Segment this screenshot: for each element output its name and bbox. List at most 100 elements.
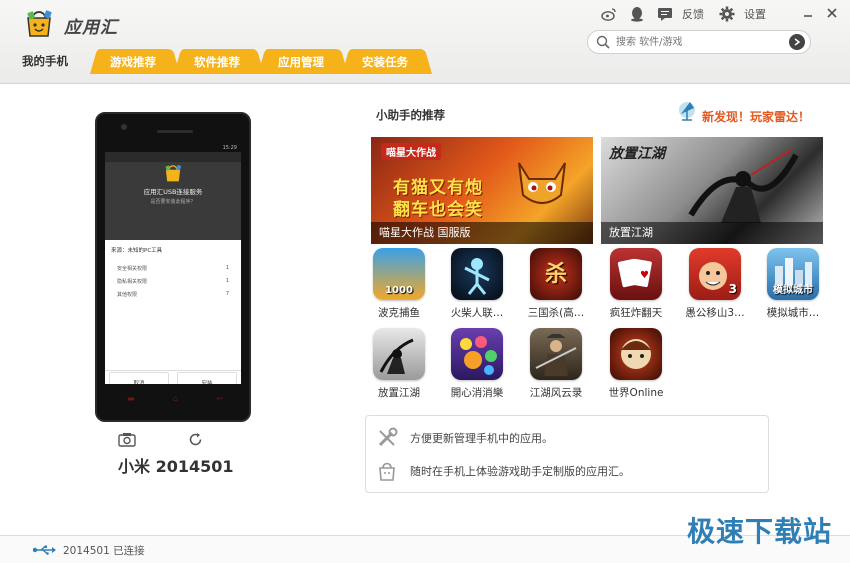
close-icon: [827, 8, 837, 18]
swordsman-icon: [373, 328, 425, 380]
back-key-icon: ↩: [216, 394, 223, 403]
app-name: 愚公移山3…: [685, 307, 745, 319]
sanguosha-icon: 杀: [530, 248, 582, 300]
banner-headline: 放置江湖: [609, 146, 665, 162]
banner-badge: 喵星大作战: [381, 143, 441, 160]
match-three-icon: [451, 328, 503, 380]
app-name: 模拟城市…: [766, 307, 820, 319]
app-tile-world-online[interactable]: 世界Online: [598, 328, 674, 400]
permission-row[interactable]: 其他权限 7: [111, 288, 235, 301]
phone-screen: 15:29 应用汇USB连接服务 是否要安装此程序？ 来源：未知的PC工具 安全…: [105, 144, 241, 384]
app-tile-simcity[interactable]: 模拟城市 模拟城市…: [755, 248, 831, 320]
title-bar: 应用汇 反馈 设置 我的手机 游戏推荐: [0, 0, 850, 84]
close-button[interactable]: [820, 2, 844, 24]
dialog-title: 应用汇USB连接服务: [143, 188, 203, 196]
warrior-icon: [530, 328, 582, 380]
phone-tools: [118, 432, 208, 448]
old-man-face-icon: 3: [689, 248, 741, 300]
search-input[interactable]: [616, 34, 776, 50]
feedback-icon[interactable]: [654, 4, 676, 24]
tips-box: 方便更新管理手机中的应用。 随时在手机上体验游戏助手定制版的应用汇。: [365, 415, 769, 493]
tab-app-manage[interactable]: 应用管理: [258, 48, 348, 74]
app-name: 開心消消樂: [450, 387, 504, 399]
stickman-icon: [451, 248, 503, 300]
minimize-icon: [804, 15, 812, 17]
install-dialog-header: 应用汇USB连接服务 是否要安装此程序？: [105, 162, 241, 240]
swordsman-figure-icon: [688, 149, 799, 223]
dialog-subtitle: 是否要安装此程序？: [150, 199, 196, 205]
search-icon: [596, 35, 610, 49]
fish-icon: 1000: [373, 248, 425, 300]
app-tile-boke-fishing[interactable]: 1000 波克捕鱼: [361, 248, 437, 320]
app-name: 火柴人联…: [450, 307, 504, 319]
dialog-source: 来源：未知的PC工具: [111, 248, 163, 254]
dialog-cancel-button[interactable]: 取消: [109, 372, 169, 384]
app-tile-sanguosha[interactable]: 杀 三国杀(高…: [518, 248, 594, 320]
camera-icon[interactable]: [118, 432, 136, 447]
arrow-right-icon: [794, 38, 801, 46]
playing-cards-icon: ♥: [610, 248, 662, 300]
permission-row[interactable]: 隐私相关权限 1: [111, 275, 235, 288]
phone-nav-keys: ▬ ⌂ ↩: [127, 394, 223, 403]
app-tile-crazy-bomb[interactable]: ♥ 疯狂炸翻天: [598, 248, 674, 320]
phone-status-time: 15:29: [105, 144, 241, 152]
minimize-button[interactable]: [796, 2, 820, 24]
app-logo-icon: [165, 164, 182, 182]
svg-text:♥: ♥: [640, 270, 649, 281]
app-tile-jianghu-fengyun[interactable]: 江湖风云录: [518, 328, 594, 400]
window-controls: [796, 2, 844, 24]
tip-text: 随时在手机上体验游戏助手定制版的应用汇。: [410, 465, 630, 478]
top-toolbar: 反馈 设置: [598, 4, 772, 24]
app-name: 世界Online: [608, 387, 664, 399]
tip-custom: 随时在手机上体验游戏助手定制版的应用汇。: [376, 459, 630, 483]
search-box: [587, 30, 811, 54]
menu-key-icon: ▬: [127, 394, 135, 403]
phone-camera: [121, 124, 127, 130]
gear-icon[interactable]: [716, 4, 738, 24]
home-key-icon: ⌂: [172, 394, 178, 403]
bag-icon: [379, 462, 395, 481]
tools-icon: [378, 427, 398, 447]
feedback-label[interactable]: 反馈: [682, 6, 704, 22]
watermark: 极速下载站: [686, 515, 832, 548]
tab-install-tasks[interactable]: 安装任务: [342, 48, 432, 74]
app-tile-happy-match[interactable]: 開心消消樂: [439, 328, 515, 400]
app-name: 波克捕鱼: [378, 307, 420, 319]
banner-cat-war[interactable]: 喵星大作战 有猫又有炮 翻车也会笑 喵星大作战 国服版: [371, 137, 593, 244]
weibo-icon[interactable]: [598, 4, 620, 24]
tip-update: 方便更新管理手机中的应用。: [376, 426, 553, 450]
refresh-icon[interactable]: [188, 432, 203, 447]
usb-icon: [32, 545, 56, 555]
settings-label[interactable]: 设置: [744, 6, 766, 22]
radar-icon: [679, 102, 695, 121]
banner-caption: 喵星大作战 国服版: [371, 222, 593, 244]
phone-speaker: [157, 130, 193, 133]
app-name: 疯狂炸翻天: [609, 307, 663, 319]
tab-software-recommend[interactable]: 软件推荐: [174, 48, 264, 74]
tab-my-phone[interactable]: 我的手机: [22, 53, 68, 69]
permission-row[interactable]: 安全相关权限 1: [111, 262, 235, 275]
app-tile-fangzhi-jianghu[interactable]: 放置江湖: [361, 328, 437, 400]
app-title: 应用汇: [64, 18, 118, 38]
app-tile-yugong[interactable]: 3 愚公移山3…: [677, 248, 753, 320]
app-name: 放置江湖: [378, 387, 420, 399]
dialog-buttons: 取消 安装: [105, 370, 241, 384]
tab-game-recommend[interactable]: 游戏推荐: [90, 48, 180, 74]
tip-text: 方便更新管理手机中的应用。: [410, 432, 553, 445]
app-name: 三国杀(高…: [527, 307, 585, 319]
app-tile-stickman[interactable]: 火柴人联…: [439, 248, 515, 320]
player-radar-link[interactable]: 新发现！玩家雷达！: [702, 108, 810, 125]
install-dialog-body: 来源：未知的PC工具 安全相关权限 1 隐私相关权限 1 其他权限 7: [105, 240, 241, 370]
banner-fangzhi-jianghu[interactable]: 放置江湖 放置江湖: [601, 137, 823, 244]
dialog-install-button[interactable]: 安装: [177, 372, 237, 384]
search-go-button[interactable]: [789, 34, 805, 50]
city-icon: 模拟城市: [767, 248, 819, 300]
knight-icon: [610, 328, 662, 380]
cat-character-icon: [518, 162, 566, 204]
phone-model-name: 小米 2014501: [118, 457, 234, 476]
qq-icon[interactable]: [626, 4, 648, 24]
connection-status: 2014501 已连接: [63, 545, 145, 557]
banner-headline-2: 翻车也会笑: [393, 200, 483, 220]
app-name: 江湖风云录: [529, 387, 583, 399]
phone-preview: 15:29 应用汇USB连接服务 是否要安装此程序？ 来源：未知的PC工具 安全…: [95, 112, 251, 422]
